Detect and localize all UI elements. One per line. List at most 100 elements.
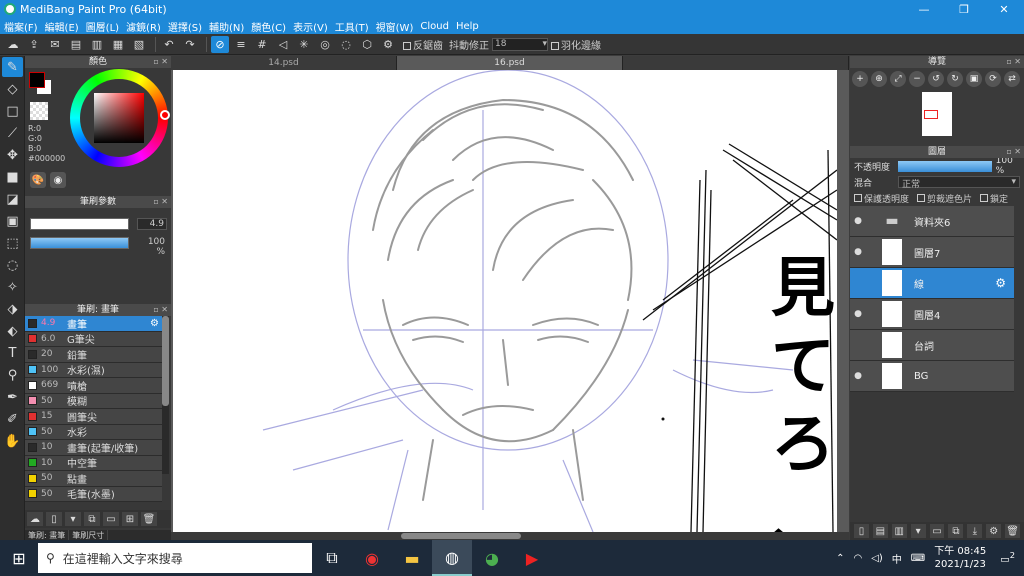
cross-snap-icon[interactable]: # (253, 36, 271, 53)
select-eraser-icon[interactable]: ⬖ (2, 321, 23, 341)
brush-size-value[interactable]: 4.9 (137, 218, 167, 230)
share-icon[interactable]: ⇪ (25, 36, 43, 53)
rotate-left-icon[interactable]: ↺ (928, 71, 944, 87)
scroll-thumb[interactable] (401, 533, 521, 539)
hand-tool-icon[interactable]: ✋ (2, 431, 23, 451)
clock[interactable]: 下午 08:45 2021/1/23 (934, 545, 986, 571)
saturation-square[interactable] (94, 93, 144, 143)
brush-list-item[interactable]: 6.0 G筆尖 (25, 331, 162, 347)
gear-icon[interactable]: ⚙ (150, 318, 159, 329)
actual-size-icon[interactable]: ▣ (966, 71, 982, 87)
zoom-out-icon[interactable]: − (909, 71, 925, 87)
import-icon[interactable]: ⊞ (122, 512, 138, 526)
menu-cloud[interactable]: Cloud (420, 21, 449, 32)
panel-options-icon[interactable]: ▫ ✕ (1006, 146, 1021, 158)
brush-list-item[interactable]: 20 鉛筆 (25, 347, 162, 363)
brush-list-item[interactable]: 10 畫筆(起筆/收筆) (25, 440, 162, 456)
brush-list-item[interactable]: 100 水彩(濕) (25, 362, 162, 378)
menu-file[interactable]: 檔案(F) (4, 19, 38, 34)
gear-icon[interactable]: ⚙ (995, 276, 1006, 290)
panel-options-icon[interactable]: ▫ ✕ (153, 304, 168, 316)
network-icon[interactable]: ◠ (853, 553, 862, 564)
brush-list-item[interactable]: 50 模糊 (25, 393, 162, 409)
add-brush-icon[interactable]: ▾ (65, 512, 81, 526)
cloud-icon[interactable]: ☁ (4, 36, 22, 53)
input-mode-icon[interactable]: ⌨ (911, 553, 925, 564)
select-pen-icon[interactable]: ⬗ (2, 299, 23, 319)
new-brush-icon[interactable]: ▯ (46, 512, 62, 526)
taskbar-search[interactable]: ⚲ 在這裡輸入文字來搜尋 (38, 543, 312, 573)
brush-list-item[interactable]: 50 水彩 (25, 424, 162, 440)
file-explorer-icon[interactable]: ▬ (392, 540, 432, 576)
perspective-snap-icon[interactable]: ⬡ (358, 36, 376, 53)
tab-16psd[interactable]: 16.psd (397, 56, 623, 70)
brush-size-slider[interactable] (30, 218, 129, 230)
brush-list-item[interactable]: 50 點畫 (25, 471, 162, 487)
flip-icon[interactable]: ⇄ (1004, 71, 1020, 87)
layer-settings-icon[interactable]: ⚙ (986, 524, 1002, 538)
windows-start-icon[interactable]: ⊞ (0, 540, 38, 576)
transparent-swatch[interactable] (30, 102, 48, 120)
lasso-tool-icon[interactable]: ◌ (2, 255, 23, 275)
task-view-icon[interactable]: ⧉ (312, 540, 352, 576)
merge-down-icon[interactable]: ⤓ (967, 524, 983, 538)
pen-tool-icon[interactable]: ✐ (2, 409, 23, 429)
canvas-hscrollbar[interactable] (171, 532, 849, 540)
snap-off-icon[interactable]: ⊘ (211, 35, 229, 53)
layer-row[interactable]: ● 圖層7 (850, 237, 1014, 268)
cloud-download-icon[interactable]: ☁ (27, 512, 43, 526)
maximize-button[interactable]: ❐ (944, 0, 984, 18)
panel-options-icon[interactable]: ▫ ✕ (1006, 56, 1021, 68)
add-layer-menu-icon[interactable]: ▾ (910, 524, 926, 538)
bucket-tool-icon[interactable]: ◪ (2, 189, 23, 209)
vanishing-snap-icon[interactable]: ◁ (274, 36, 292, 53)
menu-edit[interactable]: 編輯(E) (45, 19, 79, 34)
menu-assist[interactable]: 輔助(N) (209, 19, 244, 34)
drawing-canvas[interactable]: 見 て ろ 、 (173, 70, 837, 532)
fit-icon[interactable]: ⤢ (890, 71, 906, 87)
eyedropper-icon[interactable]: ✒ (2, 387, 23, 407)
ime-icon[interactable]: 中 (892, 551, 902, 566)
panel-tool-icon[interactable]: ⚲ (2, 365, 23, 385)
brush-opacity-slider[interactable] (30, 237, 129, 249)
viewport-rect[interactable] (924, 110, 938, 119)
menu-tools[interactable]: 工具(T) (335, 19, 369, 34)
layer-opacity-slider[interactable] (897, 160, 992, 172)
chevron-up-icon[interactable]: ⌃ (836, 553, 844, 564)
brush-list-scrollbar[interactable] (162, 316, 169, 474)
stabilizer-select[interactable]: 18 ▾ (492, 37, 548, 51)
rotate-right-icon[interactable]: ↻ (947, 71, 963, 87)
visibility-eye-icon[interactable]: ● (850, 309, 866, 319)
reset-rotation-icon[interactable]: ⟳ (985, 71, 1001, 87)
delete-layer-icon[interactable]: 🗑 (1005, 524, 1021, 538)
brush-tool-icon[interactable]: ✎ (2, 57, 23, 77)
copy-brush-icon[interactable]: ⧉ (84, 512, 100, 526)
brush-list-item[interactable]: 10 中空筆 (25, 455, 162, 471)
visibility-eye-icon[interactable]: ● (850, 216, 866, 226)
visibility-eye-icon[interactable]: ● (850, 371, 866, 381)
close-button[interactable]: ✕ (984, 0, 1024, 18)
new-folder-icon[interactable]: ▭ (929, 524, 945, 538)
zoom-in-icon[interactable]: + (852, 71, 868, 87)
chrome-icon[interactable]: ◕ (472, 540, 512, 576)
visibility-eye-icon[interactable]: ● (850, 247, 866, 257)
settings-icon[interactable]: ⚙ (379, 36, 397, 53)
speaker-icon[interactable]: ◁) (871, 553, 883, 564)
minimize-button[interactable]: — (904, 0, 944, 18)
document-icon[interactable]: ▥ (88, 36, 106, 53)
netease-music-icon[interactable]: ◉ (352, 540, 392, 576)
radial-snap-icon[interactable]: ✳ (295, 36, 313, 53)
parallel-snap-icon[interactable]: ≡ (232, 36, 250, 53)
lock-checkbox[interactable] (980, 194, 989, 202)
gradient-tool-icon[interactable]: ▣ (2, 211, 23, 231)
scroll-thumb[interactable] (162, 316, 169, 406)
new-layer-icon[interactable]: ▯ (854, 524, 869, 538)
fill-rect-icon[interactable]: ■ (2, 167, 23, 187)
menu-color[interactable]: 顏色(C) (251, 19, 286, 34)
menu-window[interactable]: 視窗(W) (376, 19, 414, 34)
menu-help[interactable]: Help (456, 21, 479, 32)
brush-list-item[interactable]: 50 毛筆(水墨) (25, 486, 162, 502)
zoom-in-alt-icon[interactable]: ⊕ (871, 71, 887, 87)
brush-list-item[interactable]: 669 噴槍 (25, 378, 162, 394)
page-icon[interactable]: ▦ (109, 36, 127, 53)
